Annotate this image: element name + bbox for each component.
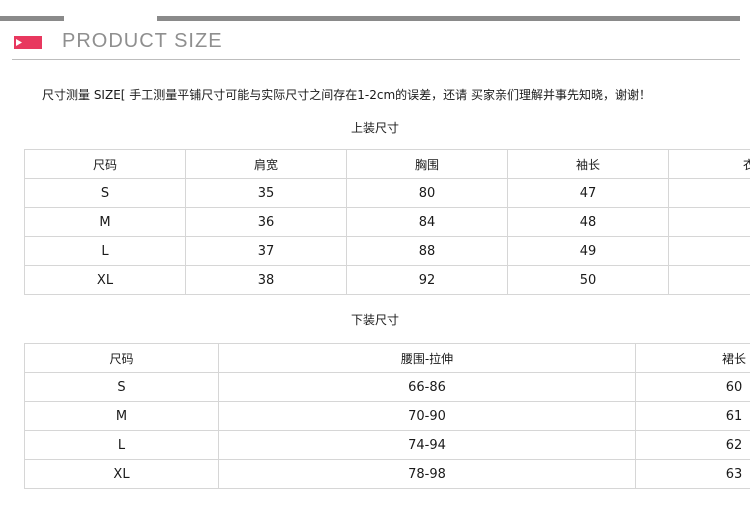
top-size-table: 尺码 肩宽 胸围 袖长 衣 S 35 80 47 M 36 84 48 L 37… xyxy=(24,149,750,295)
column-header: 衣 xyxy=(668,149,750,179)
table-cell: 70-90 xyxy=(218,401,636,431)
table-cell: S xyxy=(24,372,219,402)
top-size-table-wrap: 尺码 肩宽 胸围 袖长 衣 S 35 80 47 M 36 84 48 L 37… xyxy=(24,149,750,295)
table-cell: 74-94 xyxy=(218,430,636,460)
top-table-caption: 上装尺寸 xyxy=(350,121,399,135)
table-cell: M xyxy=(24,207,186,237)
table-cell: 63 xyxy=(635,459,750,489)
table-cell: M xyxy=(24,401,219,431)
table-cell: 88 xyxy=(346,236,508,266)
column-header: 胸围 xyxy=(346,149,508,179)
bottom-size-table: 尺码 腰围-拉伸 裙长 S 66-86 60 M 70-90 61 L 74-9… xyxy=(24,343,750,489)
table-cell: 36 xyxy=(185,207,347,237)
column-header: 裙长 xyxy=(635,343,750,373)
table-cell: 92 xyxy=(346,265,508,295)
table-cell: 49 xyxy=(507,236,669,266)
table-row: M 70-90 61 xyxy=(24,401,750,431)
table-cell: 78-98 xyxy=(218,459,636,489)
table-cell: 62 xyxy=(635,430,750,460)
table-cell: L xyxy=(24,430,219,460)
bottom-table-caption: 下装尺寸 xyxy=(350,313,399,327)
top-decor-bar-left xyxy=(0,16,64,21)
table-cell: S xyxy=(24,178,186,208)
column-header: 尺码 xyxy=(24,343,219,373)
table-cell: 50 xyxy=(507,265,669,295)
bottom-size-table-wrap: 尺码 腰围-拉伸 裙长 S 66-86 60 M 70-90 61 L 74-9… xyxy=(24,343,750,489)
column-header: 尺码 xyxy=(24,149,186,179)
size-notice: 尺寸测量 SIZE[ 手工测量平铺尺寸可能与实际尺寸之间存在1-2cm的误差，还… xyxy=(42,88,651,102)
table-cell: 35 xyxy=(185,178,347,208)
pink-flag-icon xyxy=(14,36,42,49)
column-header: 肩宽 xyxy=(185,149,347,179)
table-header-row: 尺码 肩宽 胸围 袖长 衣 xyxy=(24,149,750,179)
top-decor-bar-right xyxy=(157,16,740,21)
table-cell: L xyxy=(24,236,186,266)
table-row: XL 78-98 63 xyxy=(24,459,750,489)
table-cell: 61 xyxy=(635,401,750,431)
table-cell: 84 xyxy=(346,207,508,237)
page-title: PRODUCT SIZE xyxy=(62,30,223,52)
table-cell: XL xyxy=(24,265,186,295)
column-header: 腰围-拉伸 xyxy=(218,343,636,373)
table-cell: XL xyxy=(24,459,219,489)
table-row: M 36 84 48 xyxy=(24,207,750,237)
table-cell: 80 xyxy=(346,178,508,208)
table-cell xyxy=(668,236,750,266)
table-row: S 35 80 47 xyxy=(24,178,750,208)
table-cell: 66-86 xyxy=(218,372,636,402)
table-row: L 37 88 49 xyxy=(24,236,750,266)
table-cell: 48 xyxy=(507,207,669,237)
table-cell: 37 xyxy=(185,236,347,266)
table-header-row: 尺码 腰围-拉伸 裙长 xyxy=(24,343,750,373)
table-cell xyxy=(668,265,750,295)
table-row: XL 38 92 50 xyxy=(24,265,750,295)
table-cell: 60 xyxy=(635,372,750,402)
table-cell xyxy=(668,178,750,208)
table-row: S 66-86 60 xyxy=(24,372,750,402)
table-row: L 74-94 62 xyxy=(24,430,750,460)
column-header: 袖长 xyxy=(507,149,669,179)
table-cell: 38 xyxy=(185,265,347,295)
table-cell xyxy=(668,207,750,237)
table-cell: 47 xyxy=(507,178,669,208)
header-divider xyxy=(12,59,740,60)
